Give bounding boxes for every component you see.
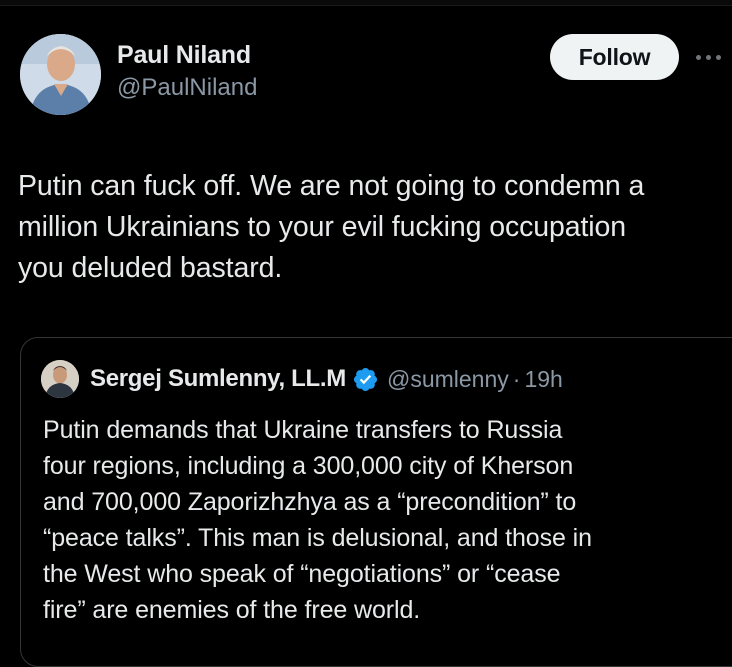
- follow-button[interactable]: Follow: [550, 34, 679, 80]
- quoted-tweet-header: Sergej Sumlenny, LL.M @sumlenny · 19h: [41, 360, 563, 398]
- author-name[interactable]: Paul Niland: [117, 40, 257, 70]
- quote-author-handle: @sumlenny: [386, 365, 509, 392]
- author-avatar[interactable]: [20, 34, 101, 115]
- author-handle[interactable]: @PaulNiland: [117, 73, 257, 103]
- more-horizontal-icon[interactable]: [696, 48, 732, 66]
- author-info: Paul Niland @PaulNiland: [117, 40, 257, 103]
- top-divider: [0, 0, 732, 6]
- separator-dot: ·: [512, 365, 521, 392]
- verified-badge-icon: [352, 366, 379, 393]
- quote-author-name: Sergej Sumlenny, LL.M: [90, 365, 346, 392]
- quote-timestamp[interactable]: 19h: [524, 366, 562, 393]
- quote-author-avatar: [41, 360, 79, 398]
- quoted-tweet-text: Putin demands that Ukraine transfers to …: [43, 416, 592, 624]
- quoted-tweet-card[interactable]: Sergej Sumlenny, LL.M @sumlenny · 19h Pu…: [20, 337, 732, 667]
- tweet-text: Putin can fuck off. We are not going to …: [18, 170, 645, 284]
